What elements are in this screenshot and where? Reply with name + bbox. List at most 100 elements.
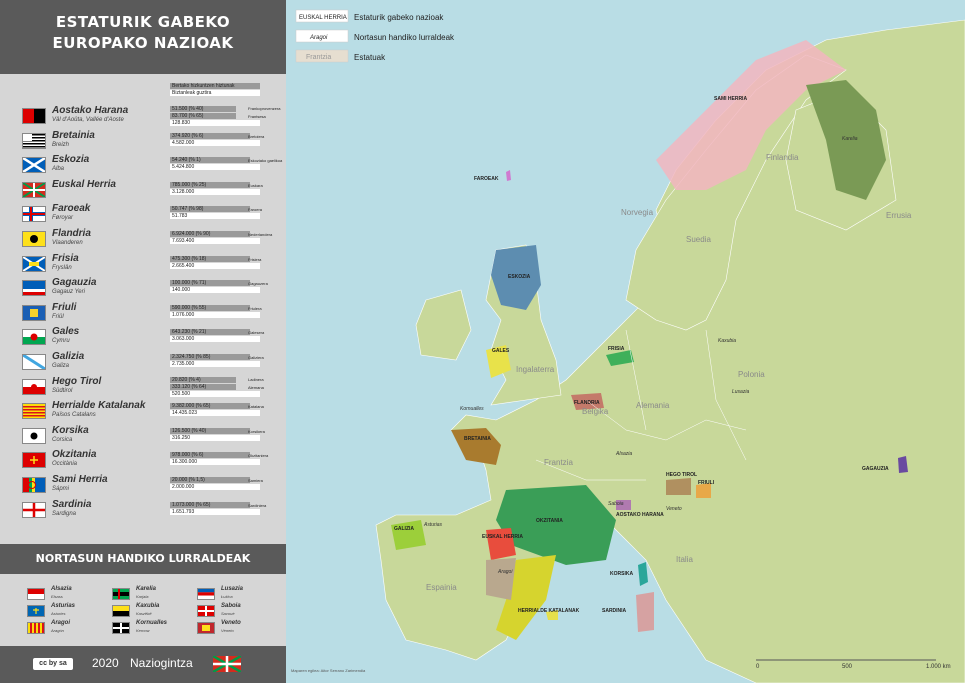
nation-local-name: Vâl d'Aoûta, Vallée d'Aoste — [52, 117, 124, 123]
cc-license-icon: cc by sa — [33, 658, 73, 670]
language-tag: Bretoiera — [248, 133, 265, 139]
nation-row-herrialde-katalanak: Herrialde Katalanak Països Catalans 9.382.… — [0, 399, 286, 423]
region-local-name: Karjala — [136, 594, 149, 599]
footer-year: 2020 — [92, 656, 119, 670]
nation-row-galizia: Galizia Galiza 2.324.750 (% 85) 2.735.000 Ga… — [0, 350, 286, 374]
region-name: Kornualles — [136, 620, 168, 626]
nation-name: Hego Tirol — [52, 375, 102, 387]
nation-local-name: Breizh — [52, 141, 70, 148]
language-tag: Faroera — [248, 207, 263, 213]
region-local-name: Vèneto — [221, 628, 234, 633]
title-line-1: ESTATURIK GABEKO — [55, 13, 231, 31]
map-label: EUSKAL HERRIA — [482, 534, 523, 540]
speakers-bar: 100.000 (% 71) — [170, 280, 250, 287]
nation-local-name: Països Catalans — [52, 412, 96, 419]
population-bar: 140.000 — [170, 287, 260, 294]
speakers-bar: 20.000 (% 1,5) — [170, 477, 250, 483]
map-label: Polonia — [738, 370, 765, 379]
nation-name: Sami Herria — [52, 474, 108, 485]
region-name: Asturias — [51, 603, 76, 609]
nation-local-name: Fryslân — [52, 264, 72, 271]
map-label: HERRIALDE KATALANAK — [518, 608, 580, 614]
map-label: Norvegia — [621, 208, 654, 217]
alsace-flag-icon — [27, 588, 45, 600]
nation-local-name: Südtirol — [52, 387, 73, 394]
nation-local-name: Sardigna — [52, 510, 77, 517]
map-credit: Maparen egilea: Aitor Serrano Zarimendia — [291, 668, 366, 673]
region-name: Aragoi — [51, 620, 71, 626]
key-population-bar: Biztanleak guztira — [170, 90, 260, 96]
ikurrina-flag-icon — [213, 656, 241, 672]
friuli-flag-icon — [22, 304, 46, 321]
population-bar: 520.500 — [170, 390, 260, 397]
scale-mid: 500 — [842, 664, 853, 670]
map-label: OKZITANIA — [536, 518, 563, 524]
language-tag: Gagauzera — [248, 281, 268, 287]
population-bar: 128.830 — [170, 120, 260, 126]
scotland-flag-icon — [22, 157, 46, 174]
nation-name: Herrialde Katalanak — [52, 400, 146, 412]
region-name: Veneto — [221, 620, 241, 626]
speakers-bar: 475.300 (% 18) — [170, 255, 250, 262]
catalonia-flag-icon — [22, 403, 46, 420]
map-label: FAROEAK — [474, 176, 499, 182]
map-label: Ingalaterra — [516, 365, 555, 374]
nation-row-friuli: Friuli Friûl 590.000 (% 55) 1.076.000 Friule… — [0, 301, 286, 325]
karelia-flag-icon — [112, 588, 130, 600]
legend-text-region: Nortasun handiko lurraldeak — [354, 33, 455, 42]
galicia-flag-icon — [22, 354, 46, 370]
language-tag: Friulera — [248, 305, 262, 311]
language-tag: Eskoziako gaelikoa — [248, 158, 283, 164]
nation-local-name: Vlaanderen — [52, 240, 83, 246]
speakers-bar: 1.073.000 (% 65) — [170, 501, 250, 508]
nation-row-gagauzia: Gagauzia Gagauz Yeri 100.000 (% 71) 140.000… — [0, 276, 286, 300]
map-label: Asturias — [423, 522, 443, 528]
region-name: Lusazia — [221, 586, 244, 592]
legend-sample-region-text: Aragoi — [309, 35, 328, 41]
faroe-flag-icon — [22, 206, 46, 223]
map-label: Alsazia — [615, 451, 632, 457]
population-bar: 2.735.000 — [170, 361, 260, 367]
map-label: SAMI HERRIA — [714, 96, 747, 102]
language-tag-2: Alemana — [248, 384, 264, 390]
nation-name: Euskal Herria — [52, 178, 116, 190]
nation-row-flandria: Flandria Vlaanderen 6.924.000 (% 90) 7.693.… — [0, 227, 286, 251]
legend-text-nation: Estaturik gabeko nazioak — [354, 13, 444, 22]
nation-local-name: Sápmi — [52, 486, 70, 492]
kashubia-flag-icon — [112, 605, 130, 617]
tyrol-flag-icon — [22, 378, 46, 395]
nation-row-hego-tirol: Hego Tirol Südtirol 20.820 (% 4) 333.120 (%… — [0, 375, 286, 399]
speakers-bar: 590.000 (% 55) — [170, 304, 250, 311]
population-bar: 3.063.000 — [170, 336, 260, 343]
region-tyrol — [666, 478, 691, 495]
legend-text-state: Estatuak — [354, 53, 386, 62]
nation-name: Bretainia — [52, 129, 95, 141]
nation-row-frisia: Frisia Fryslân 475.300 (% 18) 2.665.400 Fris… — [0, 252, 286, 276]
map-label: Kornualles — [460, 406, 484, 412]
cornwall-flag-icon — [112, 622, 130, 634]
footer-brand: Naziogintza — [130, 656, 193, 670]
nation-local-name: Occitània — [52, 461, 78, 468]
language-tag: Galiziera — [248, 355, 264, 360]
map-label: Errusia — [886, 211, 912, 220]
sardinia-flag-icon — [22, 501, 46, 518]
map-label: Kaxubia — [718, 338, 736, 344]
aragon-flag-icon — [27, 622, 45, 634]
veneto-flag-icon — [197, 622, 215, 634]
speakers-bar: 54.240 (% 1) — [170, 157, 250, 164]
legend-sample-state-text: Frantzia — [306, 54, 331, 61]
region-name: Alsazia — [51, 586, 72, 592]
nation-local-name: Corsica — [52, 436, 73, 443]
map-label: GALES — [492, 348, 510, 354]
section-title-regions: NORTASUN HANDIKO LURRALDEAK — [0, 544, 286, 574]
nation-local-name: Alba — [52, 166, 65, 173]
region-item-alsazia: Alsazia Elsass — [27, 586, 117, 602]
nation-local-name: Galiza — [52, 363, 70, 369]
region-local-name: Asturies — [51, 611, 66, 616]
nation-local-name: Gagauz Yeri — [52, 289, 85, 296]
region-name: Saboia — [221, 603, 241, 609]
language-tag: Frankoprovenzera — [248, 106, 281, 111]
map-label: FLANDRIA — [574, 400, 600, 406]
brittany-flag-icon — [22, 132, 46, 149]
map-label: FRISIA — [608, 346, 625, 352]
